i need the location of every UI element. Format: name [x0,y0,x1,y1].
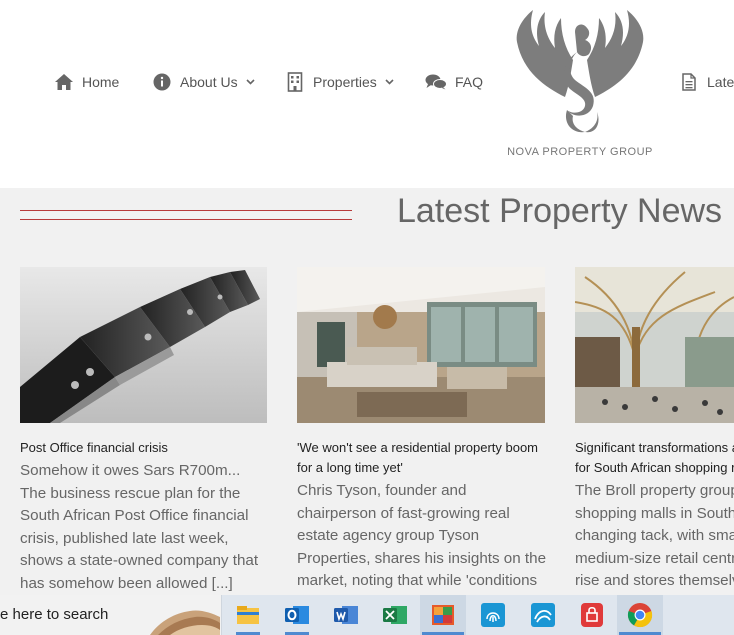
nav-item-home[interactable]: Home [54,72,119,92]
nav-item-faq[interactable]: FAQ [425,72,483,92]
news-title-link[interactable]: 'We won't see a residential property boo… [297,438,557,478]
outlook-icon[interactable] [283,601,311,629]
nav-item-latest[interactable]: Lates [679,72,734,92]
news-image-mall[interactable] [575,267,734,423]
news-excerpt: Chris Tyson, founder and chairperson of … [297,480,557,593]
title-line: Significant transformations a [575,440,734,455]
excel-icon[interactable] [381,601,409,629]
chevron-down-icon [385,79,394,85]
search-highlight-illustration-icon [150,610,220,635]
chat-icon [425,72,447,92]
news-image-dominoes[interactable] [20,267,267,423]
news-excerpt: Somehow it owes Sars R700m... The busine… [20,460,280,595]
fingerprint-app-icon[interactable] [479,601,507,629]
search-placeholder: e here to search [0,606,109,623]
excerpt-line: medium-size retail centr [575,549,734,567]
excerpt-line: estate agency group Tyson [297,527,480,544]
news-excerpt: The Broll property group shopping malls … [575,480,734,593]
document-icon [679,72,699,92]
excerpt-line: market, noting that while 'conditions [297,572,538,589]
title-line: for a long time yet' [297,460,403,475]
excerpt-line: rise and stores themselv [575,572,734,589]
taskbar-search-box[interactable]: e here to search [0,595,222,635]
news-title-link[interactable]: Post Office financial crisis [20,438,168,458]
wave-app-icon[interactable] [529,601,557,629]
excerpt-line: The business rescue plan for the [20,484,241,502]
word-icon[interactable] [332,601,360,629]
site-header: Home About Us Properties FAQ NOVA PROPER… [0,0,734,188]
file-explorer-icon[interactable] [234,601,262,629]
info-icon [152,72,172,92]
chevron-down-icon [246,79,255,85]
section-title: Latest Property News [397,192,723,230]
nav-item-label: FAQ [455,74,484,90]
nav-item-label: About Us [180,74,238,90]
building-icon [285,72,305,92]
excerpt-line: crisis, published late last week, [20,529,229,547]
nav-item-about-us[interactable]: About Us [152,72,255,92]
nav-item-label: Lates [707,74,734,90]
lock-app-icon[interactable] [578,601,606,629]
chrome-icon[interactable] [626,601,654,629]
excerpt-line: has somehow been allowed [...] [20,574,233,592]
excerpt-line: Properties, shares his insights on the [297,549,547,567]
nav-item-properties[interactable]: Properties [285,72,394,92]
title-line: 'We won't see a residential property boo… [297,440,539,455]
logo-text: NOVA PROPERTY GROUP [507,146,653,158]
excerpt-line: shows a state-owned company that [20,552,259,569]
section-divider-lines [20,210,352,220]
nav-item-label: Home [82,74,120,90]
excerpt-line: shopping malls in South [575,504,734,522]
excerpt-line: The Broll property group [575,482,734,499]
news-title-link[interactable]: Significant transformations a for South … [575,438,734,478]
excerpt-line: changing tack, with sma [575,527,734,544]
home-icon [54,72,74,92]
title-line: for South African shopping r [575,460,734,475]
excerpt-line: chairperson of fast-growing real [297,504,510,522]
windows-taskbar: e here to search [0,595,734,635]
news-image-interior[interactable] [297,267,545,423]
excerpt-line: Chris Tyson, founder and [297,482,467,499]
phoenix-logo-icon [516,10,644,133]
excerpt-line: Somehow it owes Sars R700m... [20,462,241,479]
nav-item-label: Properties [313,74,377,90]
excerpt-line: South African Post Office financial [20,507,249,524]
photos-icon[interactable] [429,601,457,629]
